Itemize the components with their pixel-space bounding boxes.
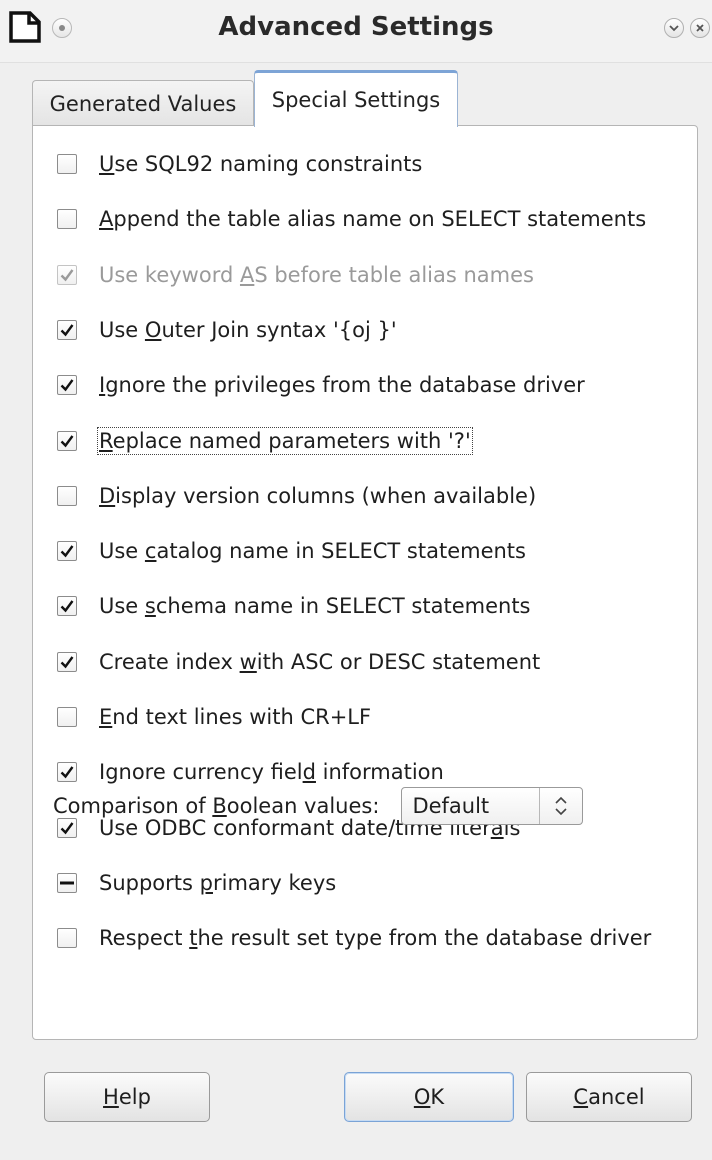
- setting-row[interactable]: Supports primary keys: [57, 865, 336, 901]
- checkbox[interactable]: [57, 928, 77, 948]
- checkmark-icon: [60, 435, 74, 448]
- checkmark-icon: [60, 324, 74, 337]
- checkbox[interactable]: [57, 154, 77, 174]
- setting-row[interactable]: Use SQL92 naming constraints: [57, 146, 422, 182]
- comparison-row: Comparison of Boolean values: Default: [53, 786, 584, 826]
- checkbox[interactable]: [57, 762, 77, 782]
- cancel-label: Cancel: [573, 1085, 645, 1109]
- setting-row[interactable]: Use schema name in SELECT statements: [57, 588, 531, 624]
- checkbox[interactable]: [57, 209, 77, 229]
- ok-label: OK: [413, 1085, 445, 1109]
- checkbox[interactable]: [57, 320, 77, 340]
- setting-row[interactable]: Use catalog name in SELECT statements: [57, 533, 526, 569]
- setting-label: Use schema name in SELECT statements: [99, 594, 531, 618]
- checkmark-icon: [60, 545, 74, 558]
- setting-label: Replace named parameters with '?': [97, 427, 473, 455]
- setting-label: Use Outer Join syntax '{oj }': [99, 318, 397, 342]
- help-label: Help: [103, 1085, 151, 1109]
- setting-label: Create index with ASC or DESC statement: [99, 650, 541, 674]
- setting-row: Use keyword AS before table alias names: [57, 257, 534, 293]
- tab-special-settings[interactable]: Special Settings: [254, 70, 458, 127]
- window-title: Advanced Settings: [218, 12, 494, 42]
- tristate-checkbox[interactable]: [57, 873, 77, 893]
- setting-label: Display version columns (when available): [99, 484, 537, 508]
- comparison-select[interactable]: Default: [401, 787, 584, 825]
- checkmark-icon: [60, 379, 74, 392]
- setting-label: Ignore the privileges from the database …: [99, 373, 585, 397]
- setting-row[interactable]: Replace named parameters with '?': [57, 423, 473, 459]
- cancel-button[interactable]: Cancel: [526, 1072, 692, 1122]
- checkbox[interactable]: [57, 486, 77, 506]
- checkbox[interactable]: [57, 375, 77, 395]
- checkbox[interactable]: [57, 652, 77, 672]
- checkmark-icon: [60, 269, 74, 282]
- spin-updown-icon[interactable]: [539, 788, 582, 824]
- setting-row[interactable]: End text lines with CR+LF: [57, 699, 371, 735]
- comparison-label: Comparison of Boolean values:: [53, 794, 380, 818]
- chevron-down-icon[interactable]: [664, 18, 684, 38]
- setting-label: Append the table alias name on SELECT st…: [99, 207, 647, 231]
- setting-row[interactable]: Ignore currency field information: [57, 754, 444, 790]
- advanced-settings-dialog: Advanced Settings Generated Values Speci…: [0, 0, 712, 1160]
- checkbox[interactable]: [57, 596, 77, 616]
- checkmark-icon: [60, 766, 74, 779]
- setting-label: Use SQL92 naming constraints: [99, 152, 423, 176]
- setting-row[interactable]: Ignore the privileges from the database …: [57, 367, 585, 403]
- setting-label: Respect the result set type from the dat…: [99, 926, 652, 950]
- ok-button[interactable]: OK: [344, 1072, 514, 1122]
- checkmark-icon: [60, 656, 74, 669]
- setting-label: Supports primary keys: [99, 871, 337, 895]
- comparison-value: Default: [412, 794, 490, 818]
- checkbox[interactable]: [57, 707, 77, 727]
- title-bar: Advanced Settings: [0, 0, 712, 63]
- setting-row[interactable]: Create index with ASC or DESC statement: [57, 644, 540, 680]
- setting-label: Ignore currency field information: [99, 760, 444, 784]
- close-icon[interactable]: [690, 18, 710, 38]
- checkbox[interactable]: [57, 541, 77, 561]
- setting-label: Use keyword AS before table alias names: [99, 263, 534, 287]
- checkbox[interactable]: [57, 431, 77, 451]
- indeterminate-icon: [60, 881, 74, 885]
- help-button[interactable]: Help: [44, 1072, 210, 1122]
- setting-label: Use catalog name in SELECT statements: [99, 539, 526, 563]
- setting-row[interactable]: Use Outer Join syntax '{oj }': [57, 312, 397, 348]
- checkmark-icon: [60, 600, 74, 613]
- checkbox: [57, 265, 77, 285]
- setting-row[interactable]: Append the table alias name on SELECT st…: [57, 201, 646, 237]
- special-settings-panel: Use SQL92 naming constraints Append the t…: [32, 125, 698, 1040]
- tab-generated-values[interactable]: Generated Values: [32, 80, 254, 126]
- setting-row[interactable]: Display version columns (when available): [57, 478, 536, 514]
- setting-label: End text lines with CR+LF: [99, 705, 372, 729]
- setting-row[interactable]: Respect the result set type from the dat…: [57, 920, 651, 956]
- tab-bar: Generated Values Special Settings: [32, 70, 682, 127]
